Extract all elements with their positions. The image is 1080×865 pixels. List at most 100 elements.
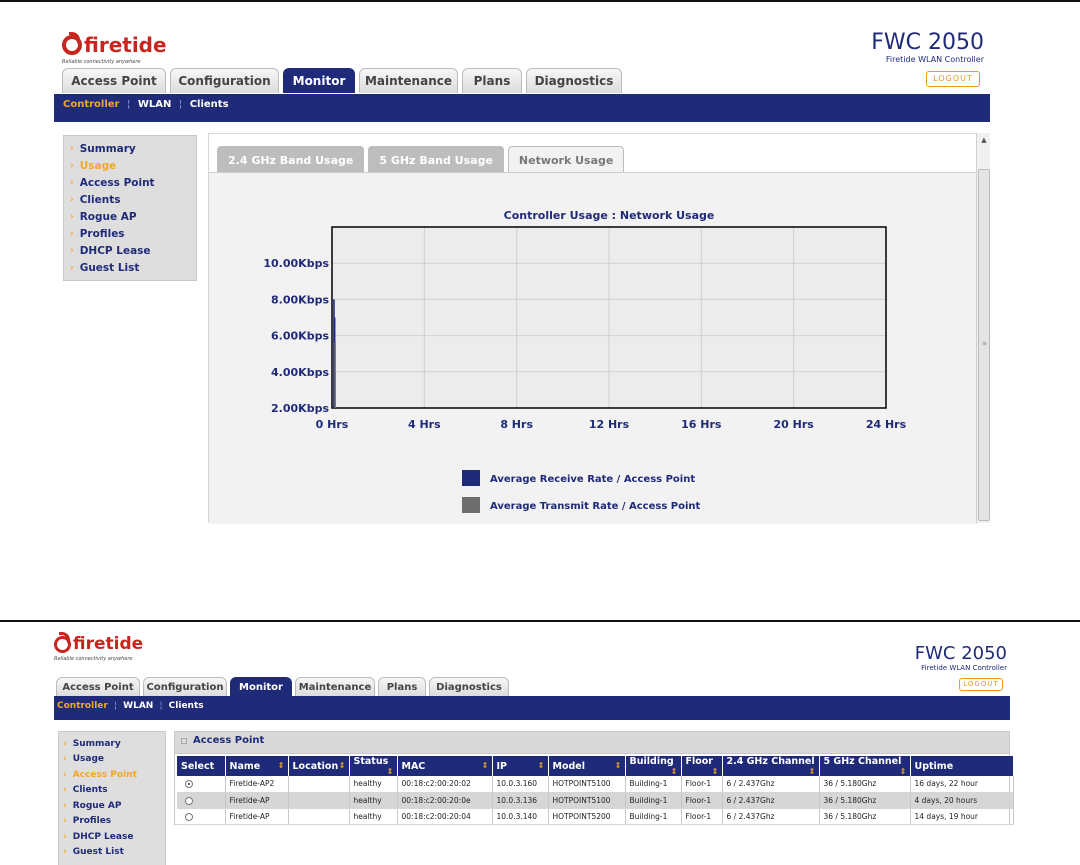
sidebar-item-usage[interactable]: › Usage <box>70 157 196 174</box>
network-usage-chart: Controller Usage : Network Usage 0 Hrs 4 H… <box>263 209 907 513</box>
subnav-controller[interactable]: Controller <box>57 701 108 711</box>
chevron-right-icon: › <box>63 831 67 842</box>
sidebar-item-profiles[interactable]: › Profiles <box>63 814 165 830</box>
sidebar-item-dhcp-lease[interactable]: › DHCP Lease <box>63 829 165 845</box>
col-name[interactable]: Name ⇕ <box>225 756 289 776</box>
chevron-right-icon: › <box>63 738 67 749</box>
sidebar-item-label: Profiles <box>72 816 112 827</box>
col-24ghz-channel[interactable]: 2.4 GHz Channel ⇕ <box>722 756 820 776</box>
tab-plans[interactable]: Plans <box>462 68 522 93</box>
sidebar-item-summary[interactable]: › Summary <box>63 736 165 752</box>
cell-mac: 00:18:c2:00:20:02 <box>397 776 493 793</box>
logo-text: firetide <box>84 33 167 57</box>
tab-maintenance[interactable]: Maintenance <box>295 677 375 696</box>
col-mac[interactable]: MAC ⇕ <box>397 756 493 776</box>
table-header-row: Select Name ⇕ Location ⇕ Status ⇕ MAC ⇕ IP ⇕ … <box>177 756 1014 776</box>
row-select-radio[interactable] <box>185 796 193 805</box>
sidebar-item-summary[interactable]: › Summary <box>70 140 196 157</box>
subnav-wlan[interactable]: WLAN <box>123 701 153 711</box>
tab-configuration[interactable]: Configuration <box>170 68 279 93</box>
sidebar-item-rogue-ap[interactable]: › Rogue AP <box>63 798 165 814</box>
sort-icon[interactable]: ⇕ <box>671 767 678 776</box>
cell-ip: 10.0.3.160 <box>492 776 549 793</box>
tab-diagnostics[interactable]: Diagnostics <box>429 677 509 696</box>
chevron-right-icon: › <box>70 211 74 222</box>
cell-name: Firetide-AP2 <box>225 776 289 793</box>
tab-maintenance[interactable]: Maintenance <box>359 68 458 93</box>
table-row[interactable]: Firetide-AP2 healthy 00:18:c2:00:20:02 1… <box>177 776 1014 793</box>
tab-monitor[interactable]: Monitor <box>230 677 292 696</box>
logout-button[interactable]: LOGOUT <box>926 71 980 87</box>
vertical-scrollbar[interactable]: ▲ ≡ <box>976 133 990 523</box>
sort-icon[interactable]: ⇕ <box>900 767 907 776</box>
subnav-clients[interactable]: Clients <box>169 701 204 711</box>
tab-access-point[interactable]: Access Point <box>56 677 140 696</box>
chevron-right-icon: › <box>63 816 67 827</box>
sort-icon[interactable]: ⇕ <box>809 767 816 776</box>
col-status[interactable]: Status ⇕ <box>349 756 398 776</box>
sidebar-item-dhcp-lease[interactable]: › DHCP Lease <box>70 242 196 259</box>
sidebar-item-label: Summary <box>79 142 136 155</box>
access-point-table: Select Name ⇕ Location ⇕ Status ⇕ MAC ⇕ IP ⇕ … <box>177 756 1014 825</box>
col-location[interactable]: Location ⇕ <box>288 756 350 776</box>
panel-network-usage: firetide Reliable connectivity anywhere … <box>0 0 1080 560</box>
sort-icon[interactable]: ⇕ <box>339 761 346 770</box>
tab-diagnostics[interactable]: Diagnostics <box>526 68 622 93</box>
row-select-radio[interactable] <box>185 780 193 789</box>
table-row[interactable]: Firetide-AP healthy 00:18:c2:00:20:0e 10… <box>177 792 1014 809</box>
subnav-clients[interactable]: Clients <box>190 99 229 110</box>
sidebar-item-guest-list[interactable]: › Guest List <box>63 845 165 861</box>
flame-icon <box>62 32 82 55</box>
main-tabs: Access Point Configuration Monitor Maint… <box>62 68 626 93</box>
chevron-right-icon: › <box>70 245 74 256</box>
sort-icon[interactable]: ⇕ <box>278 761 285 770</box>
col-ip[interactable]: IP ⇕ <box>492 756 549 776</box>
legend-swatch <box>462 497 480 513</box>
scroll-up-icon[interactable]: ▲ <box>977 133 991 147</box>
logo-text: firetide <box>73 634 144 654</box>
tab-24ghz-band-usage[interactable]: 2.4 GHz Band Usage <box>217 146 365 173</box>
sidebar-item-access-point[interactable]: › Access Point <box>63 767 165 783</box>
col-5ghz-channel[interactable]: 5 GHz Channel ⇕ <box>819 756 911 776</box>
sidebar-item-profiles[interactable]: › Profiles <box>70 225 196 242</box>
row-select-radio[interactable] <box>185 812 193 821</box>
col-uptime[interactable]: Uptime <box>910 756 1014 776</box>
cell-model: HOTPOINT5100 <box>548 792 626 809</box>
cell-model: HOTPOINT5100 <box>548 776 626 793</box>
sort-icon[interactable]: ⇕ <box>387 767 394 776</box>
col-building[interactable]: Building ⇕ <box>625 756 682 776</box>
tab-plans[interactable]: Plans <box>378 677 426 696</box>
tab-configuration[interactable]: Configuration <box>143 677 227 696</box>
tab-5ghz-band-usage[interactable]: 5 GHz Band Usage <box>368 146 504 173</box>
cell-name: Firetide-AP <box>225 808 289 825</box>
sidebar-item-access-point[interactable]: › Access Point <box>70 174 196 191</box>
chevron-right-icon: › <box>70 177 74 188</box>
sort-icon[interactable]: ⇕ <box>615 761 622 770</box>
tab-monitor[interactable]: Monitor <box>283 68 355 93</box>
cell-floor: Floor-1 <box>681 776 723 793</box>
sort-icon[interactable]: ⇕ <box>482 761 489 770</box>
sidebar-item-label: Access Point <box>72 769 137 780</box>
sort-icon[interactable]: ⇕ <box>538 761 545 770</box>
table-row[interactable]: Firetide-AP healthy 00:18:c2:00:20:04 10… <box>177 808 1014 825</box>
sort-icon[interactable]: ⇕ <box>712 767 719 776</box>
sidebar-item-clients[interactable]: › Clients <box>63 783 165 799</box>
tab-access-point[interactable]: Access Point <box>62 68 166 93</box>
tab-network-usage[interactable]: Network Usage <box>507 146 625 173</box>
logout-button[interactable]: LOGOUT <box>959 678 1003 691</box>
col-model[interactable]: Model ⇕ <box>548 756 626 776</box>
x-tick-label: 16 Hrs <box>681 418 722 431</box>
cell-5ghz-channel: 36 / 5.180Ghz <box>819 792 911 809</box>
collapse-icon[interactable] <box>181 738 187 744</box>
subnav-wlan[interactable]: WLAN <box>138 99 172 110</box>
sidebar-item-guest-list[interactable]: › Guest List <box>70 259 196 276</box>
sidebar-item-rogue-ap[interactable]: › Rogue AP <box>70 208 196 225</box>
sidebar-item-usage[interactable]: › Usage <box>63 752 165 768</box>
subnav-controller[interactable]: Controller <box>63 99 119 110</box>
scroll-thumb[interactable]: ≡ <box>978 169 990 521</box>
sidebar-item-clients[interactable]: › Clients <box>70 191 196 208</box>
col-floor[interactable]: Floor ⇕ <box>681 756 723 776</box>
flame-icon <box>54 631 71 653</box>
product-name: FWC 2050 <box>914 643 1007 664</box>
product-block: FWC 2050 Firetide WLAN Controller <box>915 643 1007 672</box>
